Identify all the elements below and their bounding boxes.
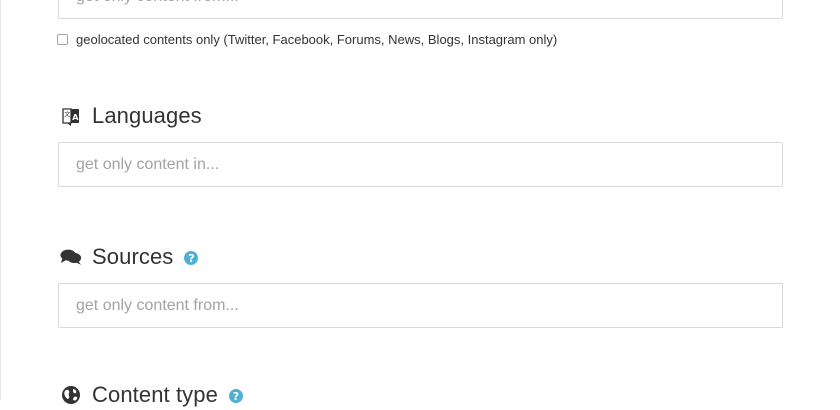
geolocated-checkbox-label[interactable]: geolocated contents only (Twitter, Faceb…	[76, 32, 557, 47]
language-icon: 文 A	[60, 105, 82, 127]
languages-heading-text: Languages	[92, 103, 202, 128]
comments-icon	[60, 246, 82, 268]
content-type-heading: Content type ?	[60, 380, 243, 410]
languages-input[interactable]	[58, 142, 783, 187]
svg-text:文: 文	[64, 111, 70, 119]
languages-heading: 文 A Languages	[60, 101, 202, 131]
question-icon[interactable]: ?	[228, 389, 243, 403]
location-input[interactable]	[58, 0, 783, 19]
geolocated-checkbox[interactable]	[57, 33, 68, 45]
content-type-heading-text: Content type	[92, 382, 218, 407]
globe-icon	[60, 384, 82, 406]
sources-heading-text: Sources	[92, 244, 174, 269]
svg-text:A: A	[72, 113, 79, 122]
geolocated-checkbox-row[interactable]: geolocated contents only (Twitter, Faceb…	[57, 30, 557, 48]
question-icon[interactable]: ?	[184, 251, 199, 265]
page-left-border	[0, 0, 1, 400]
sources-heading: Sources ?	[60, 242, 199, 272]
sources-input[interactable]	[58, 283, 783, 328]
